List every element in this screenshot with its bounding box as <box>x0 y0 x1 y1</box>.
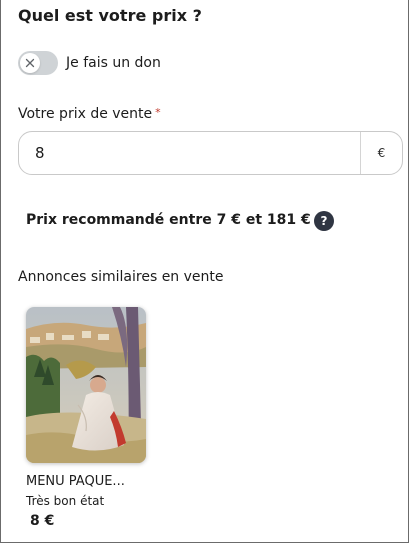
recommended-price-text: Prix recommandé entre 7 € et 181 € <box>26 212 311 228</box>
similar-listings-title: Annonces similaires en vente <box>18 269 224 285</box>
close-icon <box>25 58 35 68</box>
page-title: Quel est votre prix ? <box>18 6 202 25</box>
listing-price: 8 € <box>30 513 55 529</box>
price-panel: Quel est votre prix ? Je fais un don Vot… <box>0 0 409 543</box>
help-icon[interactable]: ? <box>314 211 334 231</box>
listing-condition: Très bon état <box>26 494 105 508</box>
price-label-text: Votre prix de vente <box>18 106 153 122</box>
donation-toggle[interactable] <box>18 51 58 75</box>
price-input-group: € <box>18 131 403 175</box>
price-input[interactable] <box>19 132 360 174</box>
currency-suffix: € <box>360 132 402 174</box>
listing-thumbnail-image[interactable] <box>26 307 146 463</box>
donation-toggle-row: Je fais un don <box>18 51 161 75</box>
similar-listing-card[interactable]: MENU PAQUE... Très bon état 8 € <box>26 307 148 529</box>
donation-toggle-label[interactable]: Je fais un don <box>66 55 161 71</box>
price-field-label: Votre prix de vente * <box>18 106 161 122</box>
listing-title[interactable]: MENU PAQUE... <box>26 474 148 489</box>
toggle-knob <box>20 53 40 73</box>
required-asterisk: * <box>155 106 161 119</box>
